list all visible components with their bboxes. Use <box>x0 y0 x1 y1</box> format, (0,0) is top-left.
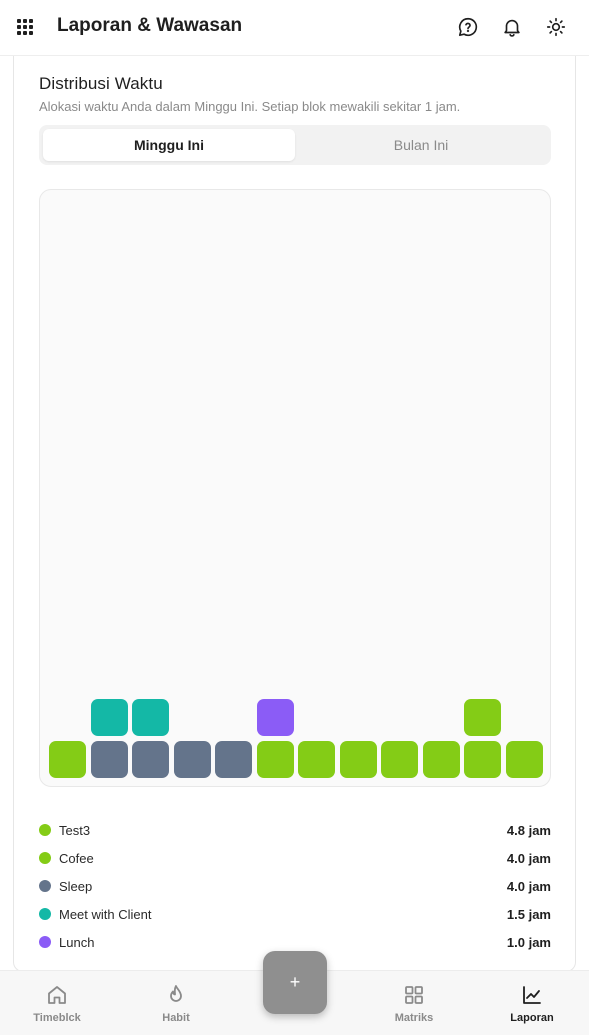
legend-label: Sleep <box>59 878 93 894</box>
legend-value: 4.8 jam <box>506 822 551 838</box>
hour-block-purple <box>256 699 294 736</box>
hour-block-slate <box>90 741 128 778</box>
sun-theme-icon[interactable] <box>545 16 567 38</box>
grid-icon <box>405 986 423 1004</box>
hour-block-slate <box>173 741 211 778</box>
legend-value: 1.5 jam <box>506 906 551 922</box>
hour-block-lime <box>298 741 335 778</box>
hour-block-lime <box>339 741 377 778</box>
legend-value: 4.0 jam <box>506 878 551 894</box>
home-icon <box>48 986 66 1004</box>
flame-icon <box>170 985 182 1002</box>
hour-block-teal <box>90 699 128 736</box>
hour-block-teal <box>132 699 169 736</box>
legend-label: Test3 <box>59 822 91 838</box>
nav-matriks[interactable]: Matriks <box>369 971 459 1036</box>
legend-color-dot <box>39 880 51 892</box>
hour-block-slate <box>132 741 169 778</box>
section-subtitle: Alokasi waktu Anda dalam Minggu Ini. Set… <box>39 99 461 114</box>
nav-timeblck[interactable]: Timeblck <box>12 971 102 1036</box>
page-title: Laporan & Wawasan <box>57 15 243 36</box>
top-app-bar: Laporan & Wawasan <box>0 0 589 56</box>
legend-item: Cofee 4.0 jam <box>39 844 551 872</box>
hour-block-lime <box>464 699 501 736</box>
legend-value: 1.0 jam <box>506 934 551 950</box>
hour-blocks-panel <box>39 189 551 787</box>
legend-value: 4.0 jam <box>506 850 551 866</box>
add-button[interactable]: + <box>263 951 327 1014</box>
hour-block-lime <box>505 741 543 778</box>
hour-block-lime <box>464 741 501 778</box>
nav-label-timeblck: Timeblck <box>33 1012 81 1024</box>
nav-label-habit: Habit <box>162 1012 190 1024</box>
legend-label: Meet with Client <box>59 906 152 922</box>
tab-minggu-ini[interactable]: Minggu Ini <box>43 129 295 161</box>
hour-block-lime <box>422 741 460 778</box>
legend-label: Lunch <box>59 934 95 950</box>
hour-block-lime <box>381 741 418 778</box>
nav-label-matriks: Matriks <box>394 1012 434 1024</box>
legend-label: Cofee <box>59 850 94 866</box>
legend-color-dot <box>39 852 51 864</box>
legend-item: Test3 4.8 jam <box>39 816 551 844</box>
period-tabs: Minggu Ini Bulan Ini <box>39 125 551 165</box>
help-chat-icon[interactable] <box>457 16 479 38</box>
nav-laporan[interactable]: Laporan <box>487 971 577 1036</box>
legend-color-dot <box>39 824 51 836</box>
legend-item: Sleep 4.0 jam <box>39 872 551 900</box>
nav-label-laporan: Laporan <box>510 1012 554 1024</box>
hour-block-lime <box>49 741 86 778</box>
tab-bulan-ini[interactable]: Bulan Ini <box>295 129 547 161</box>
legend: Test3 4.8 jam Cofee 4.0 jam Sleep 4.0 jam Meet… <box>39 816 551 956</box>
hour-block-slate <box>215 741 252 778</box>
bell-icon[interactable] <box>501 16 523 38</box>
chart-line-icon <box>523 986 541 1004</box>
apps-grid-icon[interactable] <box>17 19 33 35</box>
hour-block-lime <box>256 741 294 778</box>
section-title: Distribusi Waktu <box>39 74 163 93</box>
legend-color-dot <box>39 936 51 948</box>
legend-item: Meet with Client 1.5 jam <box>39 900 551 928</box>
legend-color-dot <box>39 908 51 920</box>
nav-habit[interactable]: Habit <box>131 971 221 1036</box>
time-distribution-card: Distribusi Waktu Alokasi waktu Anda dala… <box>13 56 576 972</box>
